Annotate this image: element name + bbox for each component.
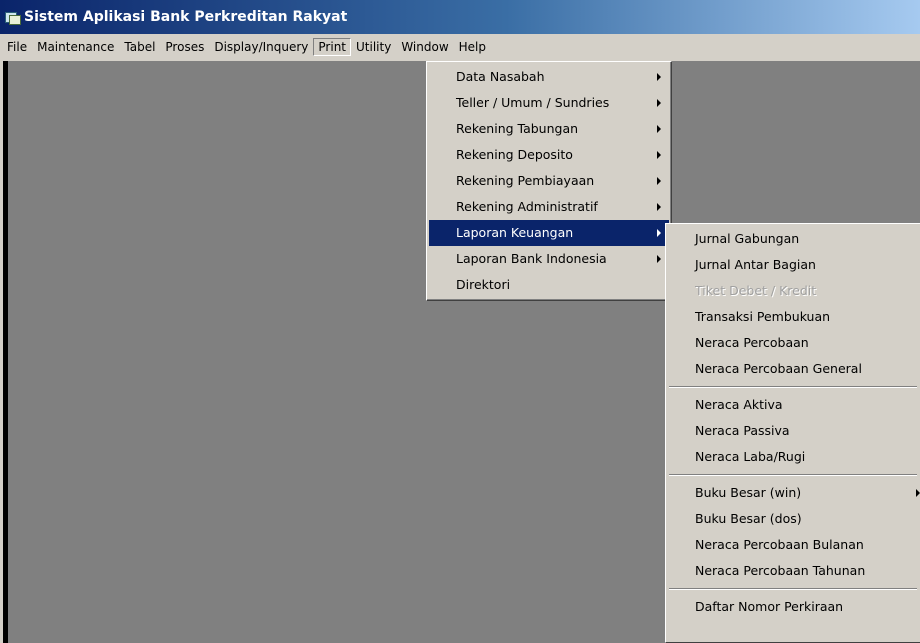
menu-item-teller-umum-sundries[interactable]: Teller / Umum / Sundries (429, 90, 669, 116)
menu-item-neraca-aktiva[interactable]: Neraca Aktiva (668, 392, 918, 418)
menu-item-label: Rekening Pembiayaan (456, 173, 595, 188)
menu-separator (668, 470, 918, 480)
menu-item-neraca-passiva[interactable]: Neraca Passiva (668, 418, 918, 444)
menu-item-jurnal-antar-bagian[interactable]: Jurnal Antar Bagian (668, 252, 918, 278)
menu-item-label: Rekening Administratif (456, 199, 598, 214)
menu-item-label: Transaksi Pembukuan (695, 309, 831, 324)
menu-item-label: Teller / Umum / Sundries (456, 95, 610, 110)
menu-item-neraca-percobaan-tahunan[interactable]: Neraca Percobaan Tahunan (668, 558, 918, 584)
menu-item-rekening-deposito[interactable]: Rekening Deposito (429, 142, 669, 168)
menu-item-tiket-debet-kredit: Tiket Debet / Kredit (668, 278, 918, 304)
submenu-arrow-icon (657, 255, 661, 263)
menu-display-inquery[interactable]: Display/Inquery (209, 38, 313, 56)
submenu-arrow-icon (657, 151, 661, 159)
menu-help[interactable]: Help (454, 38, 491, 56)
menu-item-buku-besar-dos[interactable]: Buku Besar (dos) (668, 506, 918, 532)
menu-item-neraca-percobaan-bulanan[interactable]: Neraca Percobaan Bulanan (668, 532, 918, 558)
menu-item-label: Rekening Tabungan (456, 121, 579, 136)
menu-item-label: Rekening Deposito (456, 147, 573, 162)
menu-item-daftar-nomor-perkiraan[interactable]: Daftar Nomor Perkiraan (668, 594, 918, 620)
menu-item-label: Laporan Bank Indonesia (456, 251, 607, 266)
title-bar[interactable]: Sistem Aplikasi Bank Perkreditan Rakyat (0, 0, 920, 34)
submenu-arrow-icon (657, 125, 661, 133)
menu-maintenance[interactable]: Maintenance (32, 38, 119, 56)
submenu-arrow-icon (916, 489, 920, 497)
menu-item-label: Neraca Percobaan Bulanan (695, 537, 864, 552)
menu-item-label: Neraca Percobaan Tahunan (695, 563, 866, 578)
submenu-arrow-icon (657, 177, 661, 185)
menu-item-neraca-percobaan[interactable]: Neraca Percobaan (668, 330, 918, 356)
menu-item-label: Daftar Nomor Perkiraan (695, 599, 844, 614)
menu-item-rekening-tabungan[interactable]: Rekening Tabungan (429, 116, 669, 142)
submenu-arrow-icon (657, 99, 661, 107)
menu-item-label: Buku Besar (dos) (695, 511, 802, 526)
menu-item-direktori[interactable]: Direktori (429, 272, 669, 298)
menu-item-label: Neraca Passiva (695, 423, 790, 438)
menu-item-label: Jurnal Gabungan (695, 231, 800, 246)
menu-proses[interactable]: Proses (160, 38, 209, 56)
menu-item-buku-besar-win[interactable]: Buku Besar (win) (668, 480, 920, 506)
menu-utility[interactable]: Utility (351, 38, 396, 56)
menu-separator (668, 382, 918, 392)
menu-item-label: Neraca Laba/Rugi (695, 449, 806, 464)
menu-item-label: Jurnal Antar Bagian (695, 257, 816, 272)
menu-item-rekening-pembiayaan[interactable]: Rekening Pembiayaan (429, 168, 669, 194)
menu-item-data-nasabah[interactable]: Data Nasabah (429, 64, 669, 90)
menu-item-label: Data Nasabah (456, 69, 545, 84)
menu-item-transaksi-pembukuan[interactable]: Transaksi Pembukuan (668, 304, 918, 330)
menu-print[interactable]: Print (313, 38, 352, 56)
menu-tabel[interactable]: Tabel (119, 38, 160, 56)
menu-item-label: Tiket Debet / Kredit (695, 283, 817, 298)
print-menu: Data Nasabah Teller / Umum / Sundries Re… (426, 61, 672, 301)
menu-item-label: Buku Besar (win) (695, 485, 802, 500)
app-icon[interactable] (4, 10, 21, 25)
submenu-arrow-icon (657, 229, 661, 237)
menu-file[interactable]: File (2, 38, 32, 56)
window-title: Sistem Aplikasi Bank Perkreditan Rakyat (24, 9, 348, 25)
menu-item-label: Laporan Keuangan (456, 225, 574, 240)
menu-separator (668, 584, 918, 594)
menu-window[interactable]: Window (396, 38, 453, 56)
menu-item-neraca-percobaan-general[interactable]: Neraca Percobaan General (668, 356, 918, 382)
menu-item-neraca-laba-rugi[interactable]: Neraca Laba/Rugi (668, 444, 918, 470)
menu-item-label: Neraca Percobaan General (695, 361, 862, 376)
submenu-arrow-icon (657, 73, 661, 81)
menu-item-label: Direktori (456, 277, 511, 292)
laporan-keuangan-submenu: Jurnal Gabungan Jurnal Antar Bagian Tike… (665, 223, 920, 643)
menu-item-laporan-keuangan[interactable]: Laporan Keuangan (429, 220, 669, 246)
menu-item-label: Neraca Aktiva (695, 397, 783, 412)
menu-item-rekening-administratif[interactable]: Rekening Administratif (429, 194, 669, 220)
menu-item-laporan-bank-indonesia[interactable]: Laporan Bank Indonesia (429, 246, 669, 272)
submenu-arrow-icon (657, 203, 661, 211)
menu-bar: File Maintenance Tabel Proses Display/In… (0, 34, 920, 61)
menu-item-label: Neraca Percobaan (695, 335, 809, 350)
workspace-border (3, 61, 8, 643)
menu-item-jurnal-gabungan[interactable]: Jurnal Gabungan (668, 226, 918, 252)
